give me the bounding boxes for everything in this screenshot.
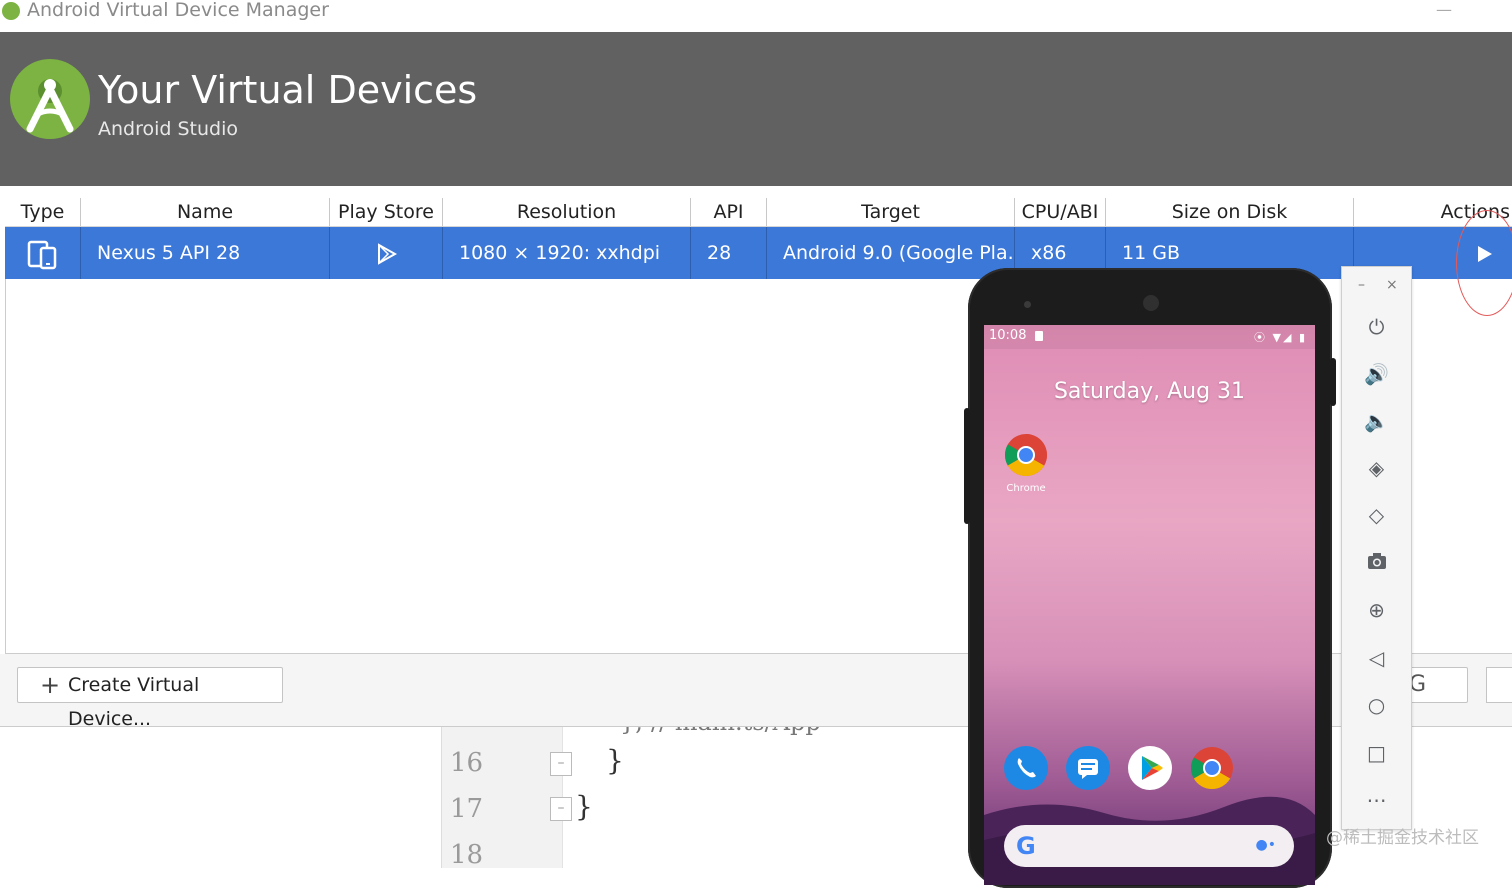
play-store-icon[interactable] (1128, 746, 1172, 790)
window-title: Android Virtual Device Manager (27, 0, 329, 21)
home-date: Saturday, Aug 31 (1053, 379, 1246, 404)
volume-rocker (964, 408, 970, 524)
target-cell: Android 9.0 (Google Pla... (767, 227, 1015, 279)
sd-card-icon (1035, 331, 1043, 341)
column-name[interactable]: Name (81, 198, 330, 226)
api-cell: 28 (691, 227, 767, 279)
column-cpu-abi[interactable]: CPU/ABI (1015, 198, 1106, 226)
power-key (1330, 358, 1336, 406)
minimize-button[interactable]: — (1436, 0, 1460, 20)
code-line: } (575, 790, 593, 823)
column-resolution[interactable]: Resolution (443, 198, 691, 226)
android-studio-logo-icon (10, 59, 90, 139)
status-bar: 10:08 ⦿ ▼◢ ▮ (984, 325, 1315, 349)
device-name-cell: Nexus 5 API 28 (81, 227, 330, 279)
play-store-icon (378, 242, 398, 265)
camera-icon[interactable] (1342, 548, 1411, 578)
column-size-on-disk[interactable]: Size on Disk (1106, 198, 1354, 226)
chrome-icon[interactable] (1190, 746, 1234, 790)
create-button-label: Create Virtual Device... (68, 674, 200, 730)
column-target[interactable]: Target (767, 198, 1015, 226)
emulator-toolbar: – × ⏻ 🔊 🔈 ◈ ◇ ⊕ ◁ ○ □ ⋯ (1341, 266, 1412, 830)
emulator-screen[interactable]: 10:08 ⦿ ▼◢ ▮ Saturday, Aug 31 Chrome G ●… (984, 325, 1315, 885)
create-virtual-device-button[interactable]: + Create Virtual Device... (17, 667, 283, 730)
line-number: 17 (450, 794, 484, 824)
fold-marker[interactable]: – (550, 797, 572, 821)
android-studio-icon (2, 2, 20, 20)
avd-header: Your Virtual Devices Android Studio (0, 32, 1512, 186)
column-type[interactable]: Type (5, 198, 81, 226)
messages-icon[interactable] (1066, 746, 1110, 790)
column-api[interactable]: API (691, 198, 767, 226)
annotation-circle (1456, 210, 1512, 316)
back-icon[interactable]: ◁ (1342, 643, 1411, 673)
more-icon[interactable]: ⋯ (1342, 785, 1411, 815)
type-cell (5, 227, 81, 279)
table-header: Type Name Play Store Resolution API Targ… (5, 198, 1512, 227)
resolution-cell: 1080 × 1920: xxhdpi (443, 227, 691, 279)
volume-up-icon[interactable]: 🔊 (1342, 359, 1411, 389)
chrome-label: Chrome (1006, 483, 1046, 494)
assistant-icon[interactable]: ●• (1256, 837, 1276, 853)
watermark: @稀土掘金技术社区 (1326, 828, 1479, 848)
plus-icon: + (40, 671, 61, 699)
zoom-icon[interactable]: ⊕ (1342, 595, 1411, 625)
front-camera (1143, 295, 1159, 311)
column-play-store[interactable]: Play Store (330, 198, 443, 226)
window-title-bar: Android Virtual Device Manager — (0, 0, 1512, 32)
code-line: } (606, 744, 624, 777)
home-icon[interactable]: ○ (1342, 690, 1411, 720)
line-number: 16 (450, 748, 484, 778)
phone-icon[interactable] (1004, 746, 1048, 790)
overview-icon[interactable]: □ (1342, 738, 1411, 768)
rotate-right-icon[interactable]: ◇ (1342, 500, 1411, 530)
front-sensor (1024, 301, 1031, 308)
status-time: 10:08 (989, 328, 1027, 343)
emulator-minimize-button[interactable]: – (1358, 277, 1365, 293)
line-number: 18 (450, 840, 484, 870)
status-icons: ⦿ ▼◢ ▮ (1254, 331, 1307, 344)
emulator-close-button[interactable]: × (1386, 277, 1398, 293)
page-title: Your Virtual Devices (98, 68, 478, 112)
page-subtitle: Android Studio (98, 118, 239, 140)
power-icon[interactable]: ⏻ (1342, 312, 1411, 342)
fold-marker[interactable]: – (550, 752, 572, 776)
chrome-icon[interactable] (1004, 433, 1048, 477)
google-search-bar[interactable]: G ●• (1004, 825, 1294, 867)
volume-down-icon[interactable]: 🔈 (1342, 406, 1411, 436)
rotate-left-icon[interactable]: ◈ (1342, 453, 1411, 483)
help-button[interactable] (1486, 667, 1512, 703)
google-g-icon: G (1016, 832, 1036, 860)
phone-tablet-icon (27, 240, 57, 269)
play-store-cell (330, 227, 443, 279)
